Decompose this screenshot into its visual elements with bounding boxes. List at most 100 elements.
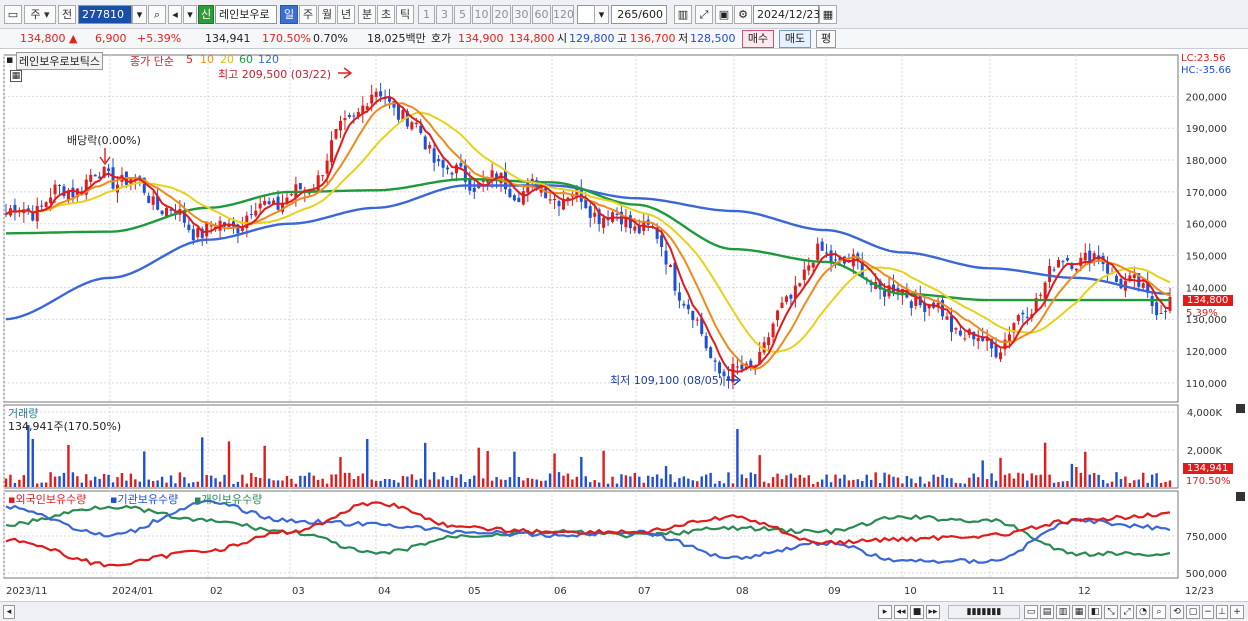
volume-bar (704, 474, 708, 487)
volume-bar (856, 479, 860, 487)
minute-30[interactable]: 30 (512, 5, 531, 24)
history-dropdown-icon[interactable]: ▾ (183, 5, 197, 24)
zoom-out-icon[interactable]: − (1202, 605, 1214, 619)
rewind-icon[interactable]: ◂◂ (894, 605, 908, 619)
minute-1[interactable]: 1 (418, 5, 435, 24)
chart-type-icon[interactable]: ▥ (674, 5, 692, 24)
period-tick[interactable]: 틱 (396, 5, 414, 24)
zoom-reset-icon[interactable]: ⟲ (1170, 605, 1184, 619)
volume-bar (44, 482, 48, 487)
search-icon[interactable]: ⌕ (148, 5, 166, 24)
code-dropdown-icon[interactable]: ▾ (132, 5, 147, 24)
volume-bar (334, 474, 338, 487)
minute-20[interactable]: 20 (492, 5, 511, 24)
prev-button[interactable]: 전 (58, 5, 76, 24)
candle-body (249, 214, 253, 216)
candle-body (205, 223, 209, 237)
save-icon[interactable]: ▣ (715, 5, 733, 24)
volume-ratio: 170.50% (262, 32, 311, 45)
volume-bar (1017, 472, 1020, 487)
zoom-in-icon[interactable]: + (1230, 605, 1244, 619)
candle-body (1039, 294, 1043, 296)
tool-icon-5[interactable]: ◧ (1088, 605, 1102, 619)
candle-body (588, 206, 592, 218)
minute-10[interactable]: 10 (472, 5, 491, 24)
candle-body (187, 224, 191, 231)
period-day[interactable]: 일 (280, 5, 298, 24)
zoom-fit-icon[interactable]: ⊥ (1216, 605, 1228, 619)
volume-bar (722, 483, 726, 487)
zoom-slider[interactable]: ▮▮▮▮▮▮▮ (948, 605, 1020, 619)
scroll-right-icon[interactable]: ▸ (878, 605, 892, 619)
volume-bar (129, 473, 133, 487)
date-field[interactable]: 2024/12/23 (753, 5, 820, 24)
volume-bar (615, 483, 619, 487)
volume-bar (816, 481, 819, 487)
count-field[interactable]: 265/600 (611, 5, 667, 24)
volume-bar (865, 474, 868, 487)
candle-body (437, 159, 441, 162)
candle-body (802, 269, 806, 280)
candle-body (909, 301, 913, 308)
tool-icon-1[interactable]: ▭ (1024, 605, 1038, 619)
volume-bar (366, 439, 369, 487)
tool-icon-4[interactable]: ▦ (1072, 605, 1086, 619)
scroll-left-icon[interactable]: ◂ (3, 605, 15, 619)
holdings-axis-label: 750,000 (1186, 532, 1227, 543)
volume-bar (696, 481, 699, 487)
period-year[interactable]: 년 (337, 5, 355, 24)
ma-10-label: 10 (200, 53, 214, 66)
stop-icon[interactable]: ■ (910, 605, 924, 619)
scroll-bar[interactable]: ◂ ▸ ◂◂ ■ ▸▸ ▮▮▮▮▮▮▮ ▭ ▤ ▥ ▦ ◧ ⤡ ⤢ ◔ ⌕ ⟲ … (0, 601, 1248, 621)
volume-bar (27, 425, 30, 487)
candle-body (883, 290, 887, 297)
tool-icon-7[interactable]: ⤢ (1120, 605, 1134, 619)
custom-dropdown-icon[interactable]: ▾ (594, 5, 609, 24)
tool-icon-2[interactable]: ▤ (1040, 605, 1054, 619)
minute-120[interactable]: 120 (552, 5, 574, 24)
zoom-range-icon[interactable]: ▢ (1186, 605, 1200, 619)
play-icon[interactable]: ▸▸ (926, 605, 940, 619)
evaluate-button[interactable]: 평 (816, 30, 836, 48)
stock-chart[interactable]: 200,000 190,000 180,000 170,000 160,000 150,0… (0, 50, 1248, 602)
period-minute[interactable]: 분 (358, 5, 376, 24)
candle-body (472, 187, 476, 192)
volume-bar (874, 472, 877, 487)
volume-bar (308, 472, 311, 487)
tool-icon-8[interactable]: ◔ (1136, 605, 1150, 619)
calendar-icon[interactable]: ▦ (819, 5, 837, 24)
buy-button[interactable]: 매수 (742, 30, 774, 48)
minute-5[interactable]: 5 (454, 5, 471, 24)
tool-icon-9[interactable]: ⌕ (1152, 605, 1166, 619)
candle-body (147, 195, 151, 203)
speaker-icon[interactable]: ◂ (168, 5, 182, 24)
holdings-close-icon[interactable] (1236, 492, 1245, 501)
volume-bar (339, 457, 342, 487)
minute-3[interactable]: 3 (436, 5, 453, 24)
market-select[interactable]: 주 ▾ (24, 5, 56, 24)
credit-badge[interactable]: 신 (198, 5, 214, 24)
minute-60[interactable]: 60 (532, 5, 551, 24)
volume-bar (245, 483, 249, 487)
volume-bar (758, 455, 761, 487)
volume-close-icon[interactable] (1236, 404, 1245, 413)
volume-bar (214, 478, 217, 487)
chart-grid (3, 54, 1179, 579)
period-week[interactable]: 주 (299, 5, 317, 24)
price-axis-label: 170,000 (1186, 188, 1227, 199)
volume-bar (887, 474, 891, 487)
volume-bar (1115, 472, 1118, 487)
draw-tool-icon[interactable]: ⤢ (695, 5, 713, 24)
code-input[interactable]: 277810 (78, 5, 132, 24)
tool-icon-6[interactable]: ⤡ (1104, 605, 1118, 619)
volume-note: 134,941주(170.50%) (8, 420, 122, 433)
period-month[interactable]: 월 (318, 5, 336, 24)
settings-gear-icon[interactable]: ⚙ (734, 5, 752, 24)
chart-area[interactable]: 200,000 190,000 180,000 170,000 160,000 150,0… (0, 50, 1248, 602)
period-second[interactable]: 초 (377, 5, 395, 24)
sell-button[interactable]: 매도 (779, 30, 811, 48)
volume-bar (1155, 473, 1158, 487)
window-icon[interactable]: ▭ (4, 5, 22, 24)
table-icon[interactable]: ▦ (10, 70, 22, 82)
tool-icon-3[interactable]: ▥ (1056, 605, 1070, 619)
